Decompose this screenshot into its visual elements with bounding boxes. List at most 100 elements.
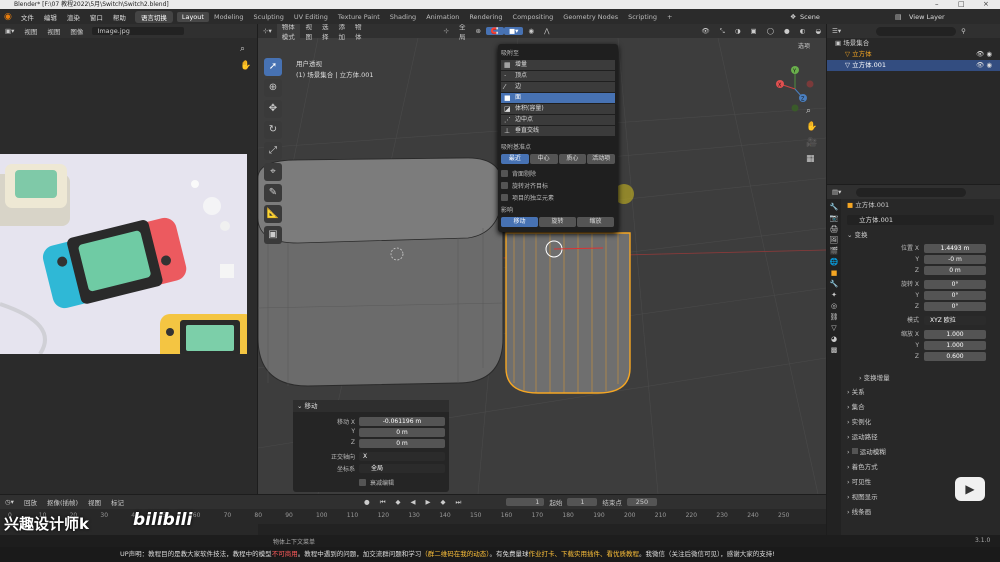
move-y-field[interactable]: 0 m bbox=[359, 428, 445, 437]
snap-item-vertex[interactable]: · 顶点 bbox=[501, 71, 615, 81]
section-relations[interactable]: › 关系 bbox=[841, 385, 1000, 400]
move-x-field[interactable]: -0.061196 m bbox=[359, 417, 445, 426]
view-layer-tab-icon[interactable]: 🖼 bbox=[830, 236, 839, 244]
last-operator-header[interactable]: ⌄ 移动 bbox=[293, 400, 449, 412]
play-reverse-icon[interactable]: ◀ bbox=[406, 498, 421, 506]
tool-tab-icon[interactable]: 🔧 bbox=[830, 203, 839, 211]
rotate-tool-icon[interactable]: ↻ bbox=[264, 121, 282, 139]
tab-animation[interactable]: Animation bbox=[421, 12, 464, 22]
outliner-row-cube[interactable]: ▽ 立方体 👁 ◉ bbox=[827, 49, 1000, 60]
object-name-field[interactable]: 立方体.001 bbox=[847, 215, 994, 225]
world-tab-icon[interactable]: 🌐 bbox=[830, 258, 839, 266]
rotation-mode-dropdown[interactable]: XYZ 欧拉 bbox=[924, 316, 986, 325]
snap-toggle-icon[interactable]: 🧲 bbox=[485, 27, 504, 35]
transform-tool-icon[interactable]: ⌖ bbox=[264, 163, 282, 181]
next-key-icon[interactable]: ◆ bbox=[436, 498, 451, 506]
delta-transform-header[interactable]: › 变换增量 bbox=[841, 372, 1000, 385]
project-individual-checkbox[interactable]: 项目的独立元素 bbox=[501, 191, 615, 203]
constraints-tab-icon[interactable]: ⛓ bbox=[830, 313, 839, 321]
cube001-visibility-icon[interactable]: 👁 ◉ bbox=[976, 60, 992, 71]
add-cube-tool-icon[interactable]: ▣ bbox=[264, 226, 282, 244]
jump-start-icon[interactable]: ⏮ bbox=[375, 498, 391, 507]
menu-window[interactable]: 窗口 bbox=[85, 12, 108, 22]
snap-item-volume[interactable]: ◪ 体积(容量) bbox=[501, 104, 615, 114]
measure-tool-icon[interactable]: 📐 bbox=[264, 205, 282, 223]
snap-base-closest[interactable]: 最近 bbox=[501, 154, 529, 164]
viewport-3d[interactable]: ⊹▾ 物体模式 视图 选择 添加 物体 ⊹ 全局 ⊛ 🧲 ■▾ ◉ ⋀ 👁 ⤡ … bbox=[258, 24, 826, 494]
menu-help[interactable]: 帮助 bbox=[108, 12, 131, 22]
section-collections[interactable]: › 集合 bbox=[841, 400, 1000, 415]
add-workspace-button[interactable]: + bbox=[662, 12, 677, 22]
outliner-type-icon[interactable]: ☰▾ bbox=[827, 27, 846, 35]
select-tool-icon[interactable]: ➚ bbox=[264, 58, 282, 76]
section-instancing[interactable]: › 实例化 bbox=[841, 415, 1000, 430]
overlay-icon[interactable]: ◑ bbox=[730, 27, 746, 35]
scale-z-field[interactable]: 0.600 bbox=[924, 352, 986, 361]
timeline-track[interactable] bbox=[258, 524, 826, 535]
location-z-field[interactable]: 0 m bbox=[924, 266, 986, 275]
tab-scripting[interactable]: Scripting bbox=[623, 12, 662, 22]
timeline-menu-view[interactable]: 视图 bbox=[83, 497, 106, 507]
output-tab-icon[interactable]: 🖨 bbox=[830, 225, 839, 233]
viewport-editor-type-icon[interactable]: ⊹▾ bbox=[258, 27, 277, 35]
affect-rotate-button[interactable]: 旋转 bbox=[539, 217, 576, 227]
affect-scale-button[interactable]: 缩放 bbox=[577, 217, 614, 227]
current-frame-field[interactable]: 1 bbox=[506, 498, 545, 506]
snap-base-center[interactable]: 中心 bbox=[529, 154, 558, 164]
transform-section-header[interactable]: ⌄ 变换 bbox=[841, 229, 1000, 242]
snap-item-perpendicular[interactable]: ⊥ 垂直交线 bbox=[501, 126, 615, 136]
record-icon[interactable]: ● bbox=[359, 498, 375, 506]
maximize-button[interactable]: □ bbox=[958, 0, 965, 9]
tab-compositing[interactable]: Compositing bbox=[508, 12, 559, 22]
particles-tab-icon[interactable]: ✦ bbox=[831, 291, 837, 299]
menu-file[interactable]: 文件 bbox=[16, 12, 39, 22]
xray-icon[interactable]: ▣ bbox=[746, 27, 762, 35]
end-frame-field[interactable]: 250 bbox=[626, 498, 657, 506]
blender-logo-icon[interactable]: ◉ bbox=[0, 12, 16, 22]
minimize-button[interactable]: – bbox=[935, 0, 939, 9]
outliner-search-input[interactable] bbox=[876, 26, 957, 36]
shading-material-icon[interactable]: ◐ bbox=[795, 27, 811, 35]
timeline-menu-keying[interactable]: 抠像(插帧) bbox=[42, 497, 83, 507]
visibility-icon[interactable]: 👁 bbox=[696, 27, 714, 35]
affect-move-button[interactable]: 移动 bbox=[501, 217, 538, 227]
language-toggle-button[interactable]: 语言切换 bbox=[134, 10, 173, 23]
video-play-icon[interactable]: ▶ bbox=[955, 477, 985, 501]
scale-y-field[interactable]: 1.000 bbox=[924, 341, 986, 350]
rotation-z-field[interactable]: 0° bbox=[924, 302, 986, 311]
section-line-art[interactable]: › 线条画 bbox=[841, 505, 1000, 520]
snap-item-edge[interactable]: ⁄ 边 bbox=[501, 82, 615, 92]
camera-view-icon[interactable]: 🎥 bbox=[806, 138, 817, 148]
viewport-pan-icon[interactable]: ✋ bbox=[806, 122, 817, 132]
tab-texture-paint[interactable]: Texture Paint bbox=[333, 12, 385, 22]
modifier-tab-icon[interactable]: 🔧 bbox=[830, 280, 839, 288]
timeline-type-icon[interactable]: ◷▾ bbox=[0, 498, 19, 506]
zoom-icon[interactable]: ⌕ bbox=[240, 44, 245, 54]
editor-type-icon[interactable]: ▣▾ bbox=[0, 27, 19, 35]
snap-base-active[interactable]: 活动项 bbox=[587, 154, 615, 164]
snap-item-face[interactable]: ■ 面 bbox=[501, 93, 615, 103]
move-tool-icon[interactable]: ✥ bbox=[264, 100, 282, 118]
tab-layout[interactable]: Layout bbox=[176, 11, 209, 22]
outliner-filter-icon[interactable]: ⚲ bbox=[956, 27, 971, 35]
timeline-ruler[interactable]: 0 10 20 30 40 50 60 70 80 90 100 110 120 130 140 150 160… bbox=[0, 512, 826, 524]
proportional-edit-checkbox[interactable]: 衰减编辑 bbox=[359, 476, 449, 488]
menu-render[interactable]: 渲染 bbox=[62, 12, 85, 22]
scale-tool-icon[interactable]: ⤢ bbox=[264, 142, 282, 160]
gizmo-icon[interactable]: ⤡ bbox=[715, 27, 730, 36]
snap-item-edge-center[interactable]: ⋰ 边中点 bbox=[501, 115, 615, 125]
section-shading[interactable]: › 着色方式 bbox=[841, 460, 1000, 475]
scene-tab-icon[interactable]: 🎬 bbox=[830, 247, 839, 255]
section-motion-blur[interactable]: › 运动模糊 bbox=[841, 445, 1000, 460]
tab-modeling[interactable]: Modeling bbox=[209, 12, 249, 22]
backface-culling-checkbox[interactable]: 背面剔除 bbox=[501, 167, 615, 179]
cursor-tool-icon[interactable]: ⊕ bbox=[264, 79, 282, 97]
tab-rendering[interactable]: Rendering bbox=[464, 12, 507, 22]
location-y-field[interactable]: -0 m bbox=[924, 255, 986, 264]
rotation-y-field[interactable]: 0° bbox=[924, 291, 986, 300]
image-menu-view-2[interactable]: 视图 bbox=[42, 26, 65, 36]
transform-orientation-icon[interactable]: ⊹ bbox=[438, 27, 453, 35]
texture-tab-icon[interactable]: ▩ bbox=[831, 346, 838, 354]
proportional-edit-icon[interactable]: ◉ bbox=[523, 27, 539, 35]
outliner-row-scene-collection[interactable]: ▣ 场景集合 bbox=[827, 38, 1000, 49]
